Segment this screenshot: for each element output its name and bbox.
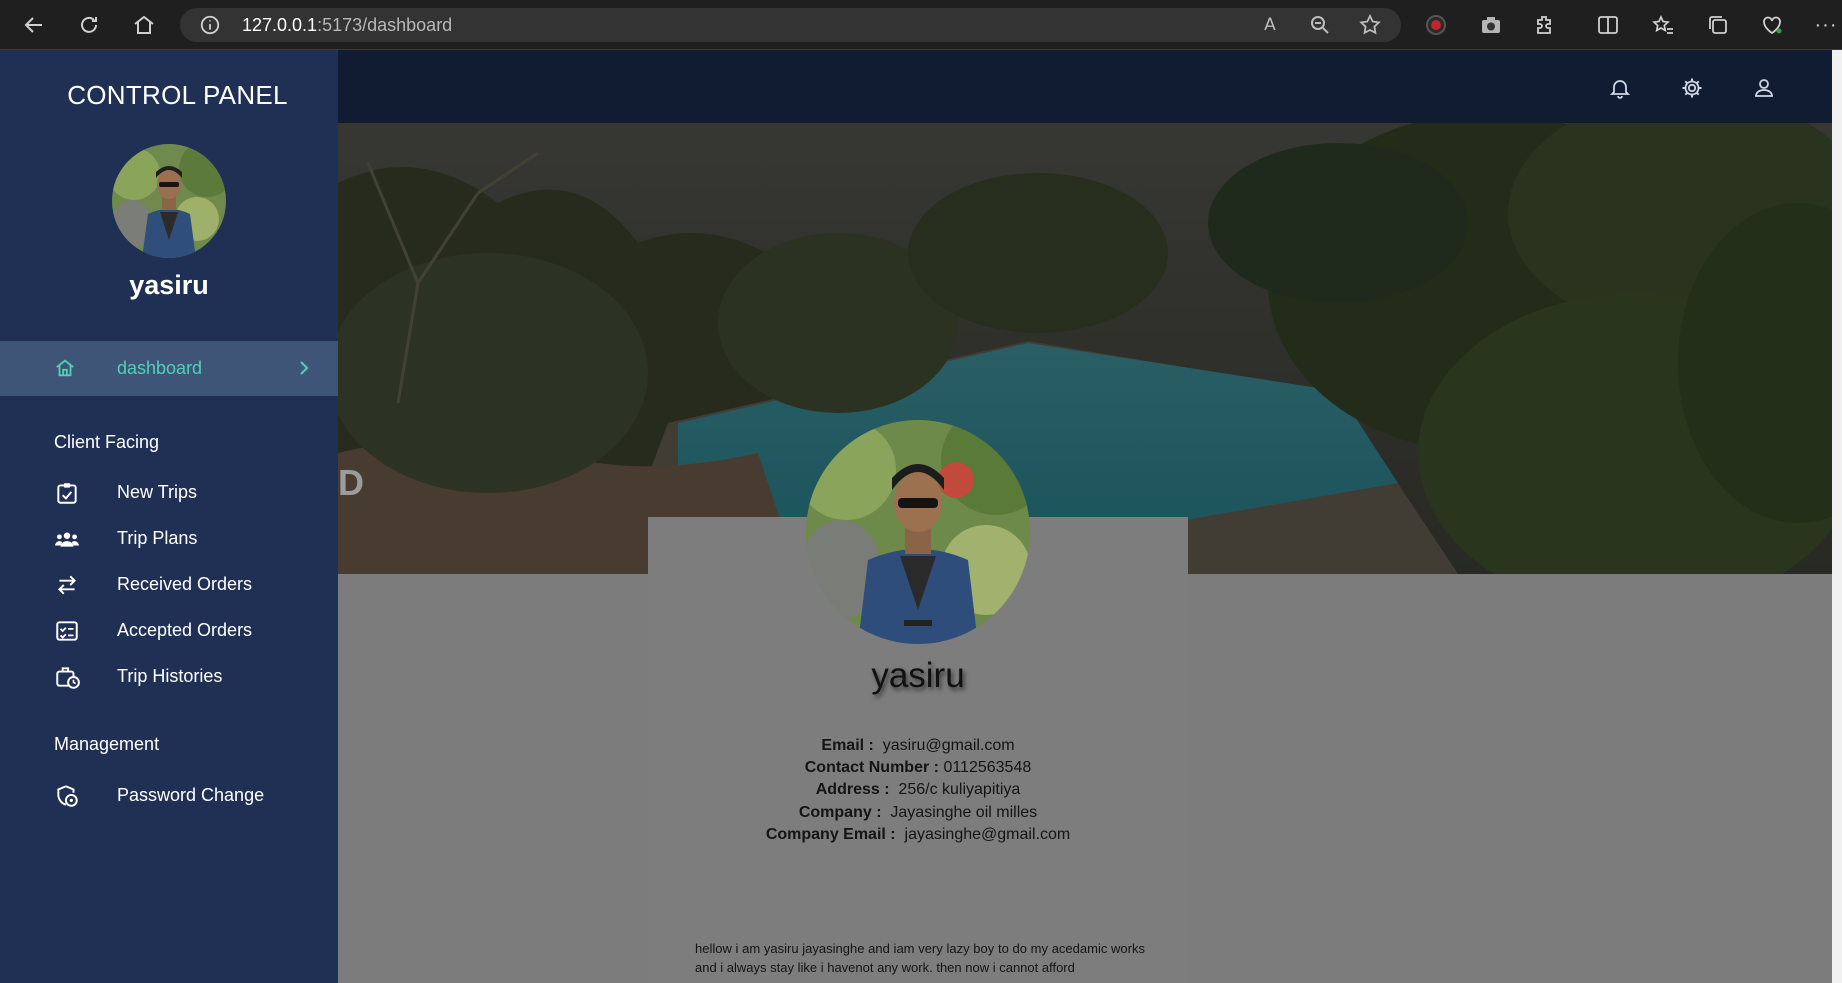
- section-title-management: Management: [54, 734, 160, 754]
- avatar: [112, 144, 226, 258]
- collections-icon[interactable]: [1706, 13, 1730, 37]
- sidebar-item-received-orders[interactable]: Received Orders: [0, 564, 338, 604]
- sidebar-item-new-trips[interactable]: New Trips: [0, 472, 338, 512]
- sidebar-item-dashboard[interactable]: dashboard: [0, 341, 338, 396]
- performance-heart-icon[interactable]: [1760, 13, 1784, 37]
- section-title-client-facing: Client Facing: [54, 432, 160, 452]
- sidebar-user-name: yasiru: [129, 270, 209, 300]
- field-value: 0112563548: [943, 759, 1032, 776]
- browser-toolbar: 127.0.0.1:5173/dashboard A ···: [0, 0, 1842, 50]
- chevron-right-icon: [296, 359, 312, 377]
- sidebar-item-label: Password Change: [117, 785, 265, 805]
- hero-banner: [338, 123, 1832, 574]
- field-label: Contact Number :: [804, 759, 939, 776]
- split-screen-icon[interactable]: [1596, 13, 1620, 37]
- sidebar: CONTROL PANEL yasiru dashboard Client Fa…: [0, 50, 338, 983]
- checklist-icon: [54, 618, 80, 644]
- extensions-icon[interactable]: [1533, 13, 1557, 37]
- clipboard-check-icon: [54, 480, 80, 506]
- sidebar-item-trip-plans[interactable]: Trip Plans: [0, 518, 338, 558]
- profile-field-email: Email : yasiru@gmail.com: [648, 737, 1188, 755]
- users-icon: [54, 526, 80, 552]
- back-icon[interactable]: [22, 13, 46, 37]
- sidebar-item-accepted-orders[interactable]: Accepted Orders: [0, 610, 338, 650]
- more-options-icon[interactable]: ···: [1814, 13, 1838, 37]
- sidebar-item-label: Trip Plans: [117, 528, 198, 548]
- panel-title: CONTROL PANEL: [67, 80, 288, 110]
- field-value: 256/c kuliyapitiya: [898, 781, 1021, 798]
- sidebar-item-trip-histories[interactable]: Trip Histories: [0, 656, 338, 696]
- zoom-out-icon[interactable]: [1308, 13, 1332, 37]
- profile-field-address: Address : 256/c kuliyapitiya: [648, 781, 1188, 799]
- field-label: Company :: [798, 804, 882, 821]
- sidebar-item-label: Accepted Orders: [117, 620, 253, 640]
- field-value: yasiru@gmail.com: [882, 737, 1015, 754]
- field-value: jayasinghe@gmail.com: [904, 826, 1071, 843]
- profile-bio: hellow i am yasiru jayasinghe and iam ve…: [695, 941, 1145, 975]
- sidebar-item-label: dashboard: [117, 358, 203, 378]
- shield-lock-icon: [54, 783, 80, 809]
- profile-avatar: [806, 420, 1030, 644]
- url-text[interactable]: 127.0.0.1:5173/dashboard: [242, 15, 452, 36]
- briefcase-clock-icon: [54, 664, 80, 690]
- profile-field-company: Company : Jayasinghe oil milles: [648, 804, 1188, 822]
- camera-icon[interactable]: [1479, 13, 1503, 37]
- profile-name: yasiru: [871, 656, 965, 695]
- favorites-icon[interactable]: [1651, 13, 1675, 37]
- sidebar-item-label: New Trips: [117, 482, 198, 502]
- sidebar-item-password-change[interactable]: Password Change: [0, 775, 338, 815]
- user-profile-icon[interactable]: [1752, 76, 1776, 100]
- field-label: Company Email :: [765, 826, 896, 843]
- profile-field-company-email: Company Email : jayasinghe@gmail.com: [648, 826, 1188, 844]
- swap-arrows-icon: [54, 572, 80, 598]
- profile-field-contact: Contact Number : 0112563548: [648, 759, 1188, 777]
- field-value: Jayasinghe oil milles: [890, 804, 1038, 821]
- field-label: Address :: [815, 781, 890, 798]
- extension-red-icon[interactable]: [1424, 13, 1448, 37]
- url-host: 127.0.0.1: [242, 15, 318, 35]
- favorite-star-icon[interactable]: [1358, 13, 1382, 37]
- url-path: :5173/dashboard: [317, 15, 453, 35]
- sidebar-item-label: Received Orders: [117, 574, 253, 594]
- notification-bell-icon[interactable]: [1608, 76, 1632, 100]
- settings-gear-icon[interactable]: [1680, 76, 1704, 100]
- read-aloud-icon[interactable]: A: [1258, 13, 1282, 37]
- info-icon[interactable]: [198, 13, 222, 37]
- reload-icon[interactable]: [77, 13, 101, 37]
- page-scrollbar[interactable]: [1832, 50, 1842, 983]
- sidebar-item-label: Trip Histories: [117, 666, 223, 686]
- home-icon[interactable]: [132, 13, 156, 37]
- hero-partial-text: D: [338, 462, 364, 503]
- field-label: Email :: [821, 737, 874, 754]
- home-icon: [54, 357, 76, 379]
- top-navbar: [338, 50, 1832, 123]
